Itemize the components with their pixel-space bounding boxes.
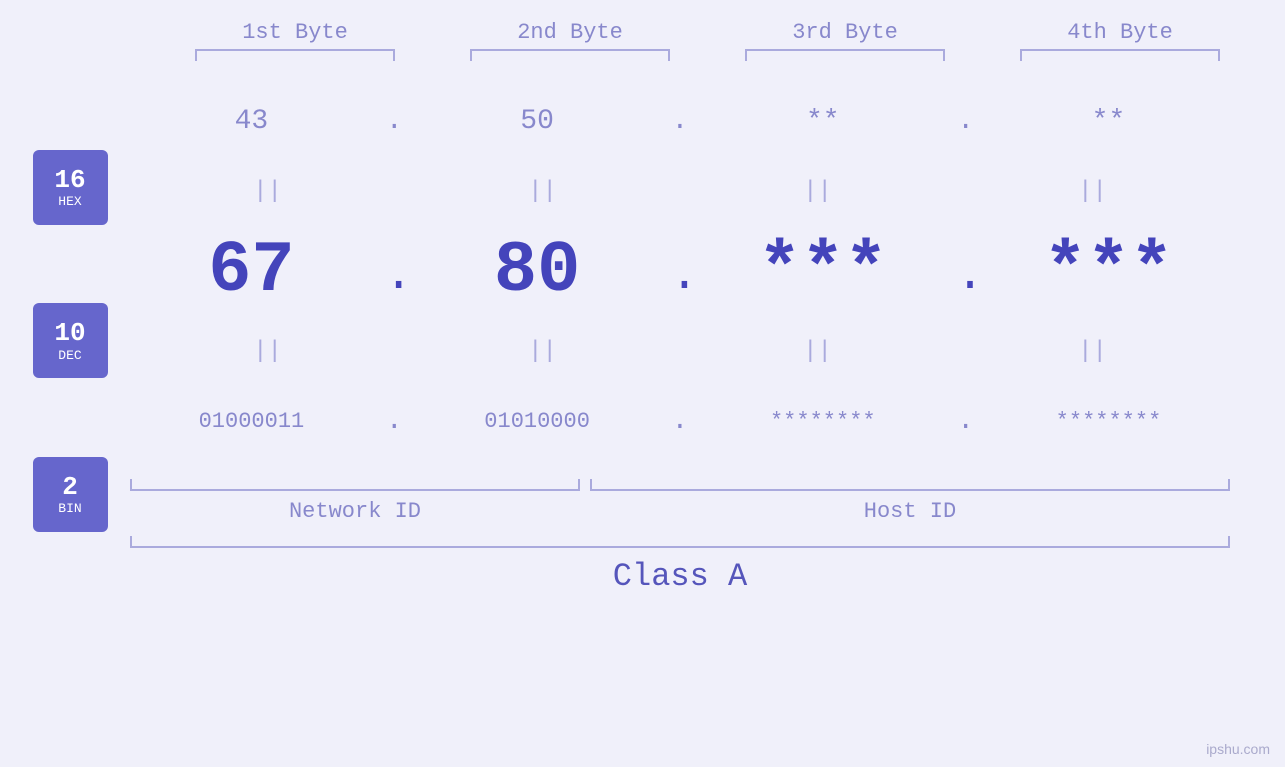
dec-badge-number: 10 <box>54 319 85 348</box>
dec-val-2: 80 <box>427 230 647 312</box>
hex-badge-number: 16 <box>54 166 85 195</box>
dot-hex-2: . <box>670 106 690 137</box>
bin-val-4: ******** <box>998 409 1218 434</box>
bin-val-2: 01010000 <box>427 409 647 434</box>
watermark: ipshu.com <box>1206 741 1270 757</box>
badges-column: 16 HEX 10 DEC 2 BIN <box>0 111 130 571</box>
byte-header-3: 3rd Byte <box>735 20 955 45</box>
hex-val-2: 50 <box>427 106 647 137</box>
separator-row-1: || || || || <box>130 171 1230 211</box>
bracket-3 <box>745 49 945 61</box>
bin-val-3: ******** <box>713 409 933 434</box>
bottom-brackets-row <box>130 479 1230 491</box>
bracket-4 <box>1020 49 1220 61</box>
bin-badge-number: 2 <box>62 473 78 502</box>
values-grid: 43 . 50 . ** . ** || || || || <box>130 71 1285 595</box>
dot-bin-2: . <box>670 406 690 437</box>
bin-val-2-text: 01010000 <box>484 409 590 434</box>
sep-1-3: || <box>708 178 928 205</box>
dec-val-1: 67 <box>141 230 361 312</box>
bin-badge: 2 BIN <box>33 457 108 532</box>
sep-2-1: || <box>158 338 378 365</box>
bin-badge-label: BIN <box>58 501 81 516</box>
dec-val-3-text: *** <box>758 230 888 312</box>
hex-val-3-text: ** <box>806 106 840 137</box>
content-area: 16 HEX 10 DEC 2 BIN 43 . 50 <box>0 71 1285 767</box>
bin-val-1: 01000011 <box>141 409 361 434</box>
label-spacer <box>580 499 590 524</box>
hex-badge-label: HEX <box>58 194 81 209</box>
sep-1-2: || <box>433 178 653 205</box>
main-container: 1st Byte 2nd Byte 3rd Byte 4th Byte 16 H… <box>0 0 1285 767</box>
bracket-spacer <box>580 479 590 491</box>
sep-1-1: || <box>158 178 378 205</box>
dot-dec-1: . <box>384 249 404 303</box>
hex-val-4: ** <box>998 106 1218 137</box>
bin-val-3-text: ******** <box>770 409 876 434</box>
bottom-labels-row: Network ID Host ID <box>130 499 1230 524</box>
sep-2-4: || <box>983 338 1203 365</box>
hex-val-2-text: 50 <box>520 106 554 137</box>
byte-header-2: 2nd Byte <box>460 20 680 45</box>
dot-hex-3: . <box>956 106 976 137</box>
dec-badge-label: DEC <box>58 348 81 363</box>
bracket-1 <box>195 49 395 61</box>
class-bracket <box>130 536 1230 548</box>
sep-2-3: || <box>708 338 928 365</box>
hex-val-1: 43 <box>141 106 361 137</box>
byte-header-1: 1st Byte <box>185 20 405 45</box>
dec-row: 67 . 80 . *** . *** <box>130 211 1230 331</box>
hex-val-1-text: 43 <box>235 106 269 137</box>
dec-val-4: *** <box>998 230 1218 312</box>
sep-1-4: || <box>983 178 1203 205</box>
hex-badge: 16 HEX <box>33 150 108 225</box>
dot-bin-1: . <box>384 406 404 437</box>
byte-header-4: 4th Byte <box>1010 20 1230 45</box>
network-id-label: Network ID <box>130 499 580 524</box>
network-bracket <box>130 479 580 491</box>
bracket-2 <box>470 49 670 61</box>
separator-row-2: || || || || <box>130 331 1230 371</box>
host-id-label: Host ID <box>590 499 1230 524</box>
hex-val-4-text: ** <box>1092 106 1126 137</box>
dot-dec-2: . <box>670 249 690 303</box>
bin-row: 01000011 . 01010000 . ******** . *******… <box>130 371 1230 471</box>
hex-val-3: ** <box>713 106 933 137</box>
dec-val-1-text: 67 <box>208 230 294 312</box>
dot-hex-1: . <box>384 106 404 137</box>
host-bracket <box>590 479 1230 491</box>
byte-headers: 1st Byte 2nd Byte 3rd Byte 4th Byte <box>158 20 1258 45</box>
dec-val-3: *** <box>713 230 933 312</box>
top-brackets <box>158 49 1258 61</box>
class-label: Class A <box>130 558 1230 595</box>
dot-bin-3: . <box>956 406 976 437</box>
dec-badge: 10 DEC <box>33 303 108 378</box>
dec-val-4-text: *** <box>1044 230 1174 312</box>
sep-2-2: || <box>433 338 653 365</box>
dec-val-2-text: 80 <box>494 230 580 312</box>
hex-row: 43 . 50 . ** . ** <box>130 71 1230 171</box>
bin-val-4-text: ******** <box>1056 409 1162 434</box>
bin-val-1-text: 01000011 <box>199 409 305 434</box>
dot-dec-3: . <box>956 249 976 303</box>
